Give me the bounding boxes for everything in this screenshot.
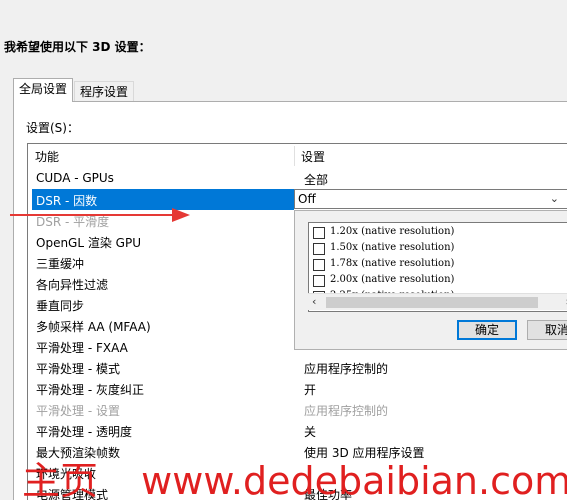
- settings-label: 设置(S)：: [26, 121, 79, 135]
- scrollbar-thumb[interactable]: [326, 297, 538, 308]
- list-row[interactable]: 平滑处理 - 透明度 关: [28, 420, 567, 441]
- column-header-setting[interactable]: 设置: [301, 148, 325, 165]
- dsr-option-label: 2.00x (native resolution): [330, 274, 455, 285]
- row-feature: 垂直同步: [36, 299, 85, 313]
- watermark-text: 主页 _ www.dedebaibian.com: [22, 459, 567, 500]
- checkbox[interactable]: [313, 259, 325, 271]
- row-value: 关: [304, 425, 317, 439]
- tab-program-settings[interactable]: 程序设置: [74, 81, 135, 103]
- tab-global-settings[interactable]: 全局设置: [13, 78, 74, 102]
- row-feature: 平滑处理 - FXAA: [36, 341, 128, 355]
- row-value: 开: [304, 383, 317, 397]
- list-row[interactable]: 平滑处理 - 灰度纠正 开: [28, 378, 567, 399]
- row-feature: 各向异性过滤: [36, 278, 109, 292]
- dropdown-value: Off: [298, 192, 316, 206]
- dsr-option-label: 1.50x (native resolution): [330, 242, 455, 253]
- list-row[interactable]: 平滑处理 - 模式 应用程序控制的: [28, 357, 567, 378]
- scroll-left-icon[interactable]: ‹: [312, 295, 316, 308]
- row-feature: 平滑处理 - 设置: [36, 404, 120, 418]
- row-feature: OpenGL 渲染 GPU: [36, 236, 141, 250]
- column-header-feature[interactable]: 功能: [35, 148, 59, 165]
- annotation-arrow-head: [172, 208, 190, 222]
- page-heading: 我希望使用以下 3D 设置：: [4, 40, 151, 54]
- row-feature: 三重缓冲: [36, 257, 85, 271]
- row-feature: DSR - 因数: [36, 194, 98, 208]
- list-header: 功能 设置: [28, 144, 567, 168]
- dsr-option-label: 1.20x (native resolution): [330, 226, 455, 237]
- dsr-option-label: 1.78x (native resolution): [330, 258, 455, 269]
- checkbox[interactable]: [313, 275, 325, 287]
- list-row[interactable]: CUDA - GPUs 全部: [28, 168, 567, 189]
- checkbox[interactable]: [313, 243, 325, 255]
- ok-button[interactable]: 确定: [457, 320, 517, 340]
- checkbox[interactable]: [313, 227, 325, 239]
- horizontal-scrollbar[interactable]: ‹ ›: [308, 293, 567, 310]
- annotation-arrow-line: [10, 214, 175, 216]
- column-divider: [294, 146, 295, 166]
- row-feature: 平滑处理 - 模式: [36, 362, 120, 376]
- chevron-down-icon[interactable]: ⌄: [550, 192, 559, 205]
- cancel-button[interactable]: 取消: [527, 320, 567, 340]
- row-feature: 多帧采样 AA (MFAA): [36, 320, 151, 334]
- row-value: 应用程序控制的: [304, 362, 389, 376]
- dsr-factor-dropdown[interactable]: Off ⌄: [294, 189, 567, 209]
- row-value: 应用程序控制的: [304, 404, 389, 418]
- row-value: 全部: [304, 173, 329, 187]
- row-feature: 平滑处理 - 透明度: [36, 425, 132, 439]
- row-feature: 平滑处理 - 灰度纠正: [36, 383, 144, 397]
- list-row[interactable]: 平滑处理 - 设置 应用程序控制的: [28, 399, 567, 420]
- row-feature: CUDA - GPUs: [36, 171, 114, 185]
